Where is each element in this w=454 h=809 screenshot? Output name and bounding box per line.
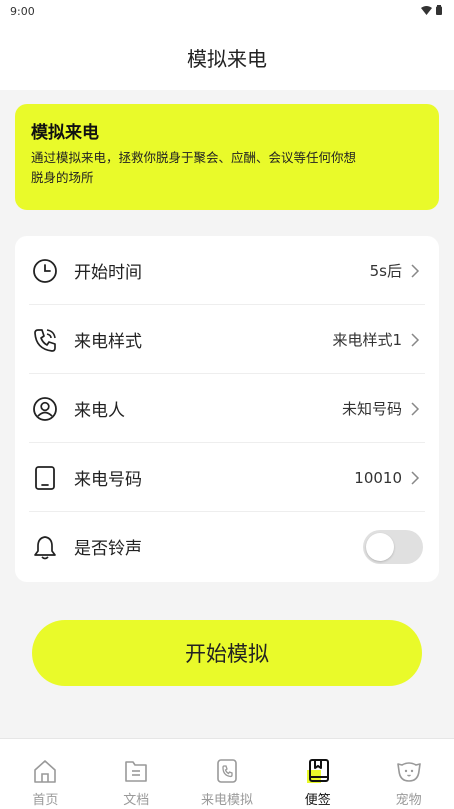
chevron-right-icon [411, 470, 420, 485]
start-simulation-button[interactable]: 开始模拟 [32, 620, 422, 686]
nav-label-call-simulation: 来电模拟 [200, 793, 253, 808]
status-bar: 9:00 [0, 0, 454, 24]
wifi-icon [421, 5, 432, 15]
app-header: 模拟来电 [0, 24, 454, 90]
ringtone-row: 是否铃声 [15, 512, 439, 581]
bottom-nav: 首页 文档 来电模拟 便签 宠物 [0, 738, 454, 809]
chevron-right-icon [411, 401, 420, 416]
dog-icon [396, 762, 421, 782]
nav-label-document: 文档 [123, 793, 150, 808]
chevron-right-icon [411, 332, 420, 347]
caller-label: 来电人 [74, 401, 125, 421]
user-icon [32, 396, 58, 422]
chevron-right-icon [411, 263, 420, 278]
phone-ringing-icon [32, 327, 58, 353]
status-time: 9:00 [10, 5, 35, 18]
start-time-value: 5s后 [369, 262, 402, 280]
phone-icon [217, 759, 237, 783]
banner-description-line1: 通过模拟来电，拯救你脱身于聚会、应酬、会议等任何你想 [31, 150, 357, 165]
caller-number-value: 10010 [354, 468, 402, 487]
settings-card: 开始时间 5s后 来电样式 来电样式1 来电人 未知号码 来电号码 10010 [15, 236, 439, 582]
start-time-label: 开始时间 [74, 263, 142, 283]
home-icon [34, 760, 57, 783]
nav-item-call-simulation[interactable]: 来电模拟 [182, 739, 273, 809]
status-icons [421, 5, 442, 15]
ringtone-toggle[interactable] [363, 529, 423, 564]
notes-icon [306, 759, 329, 783]
caller-number-row[interactable]: 来电号码 10010 [15, 443, 439, 512]
call-style-label: 来电样式 [74, 332, 142, 352]
call-style-row[interactable]: 来电样式 来电样式1 [15, 305, 439, 374]
battery-icon [436, 5, 442, 15]
document-icon [125, 761, 147, 782]
page-title: 模拟来电 [187, 46, 267, 71]
bell-icon [32, 534, 58, 560]
banner-description: 通过模拟来电，拯救你脱身于聚会、应酬、会议等任何你想 脱身的场所 [31, 148, 423, 188]
clock-icon [32, 258, 58, 284]
nav-item-notes[interactable]: 便签 [272, 739, 363, 809]
caller-number-label: 来电号码 [74, 470, 142, 490]
caller-value: 未知号码 [341, 400, 402, 418]
call-style-value: 来电样式1 [332, 331, 402, 349]
toggle-knob [366, 532, 394, 561]
intro-banner: 模拟来电 通过模拟来电，拯救你脱身于聚会、应酬、会议等任何你想 脱身的场所 [15, 104, 439, 210]
start-time-row[interactable]: 开始时间 5s后 [15, 236, 439, 305]
nav-item-document[interactable]: 文档 [91, 739, 182, 809]
nav-label-home: 首页 [32, 793, 59, 808]
tablet-icon [32, 465, 58, 491]
ringtone-label: 是否铃声 [74, 539, 142, 559]
caller-row[interactable]: 来电人 未知号码 [15, 374, 439, 443]
nav-label-notes: 便签 [304, 793, 331, 808]
nav-item-pet[interactable]: 宠物 [363, 739, 454, 809]
nav-item-home[interactable]: 首页 [0, 739, 91, 809]
nav-label-pet: 宠物 [395, 793, 422, 808]
banner-title: 模拟来电 [31, 123, 99, 143]
banner-description-line2: 脱身的场所 [31, 170, 94, 185]
